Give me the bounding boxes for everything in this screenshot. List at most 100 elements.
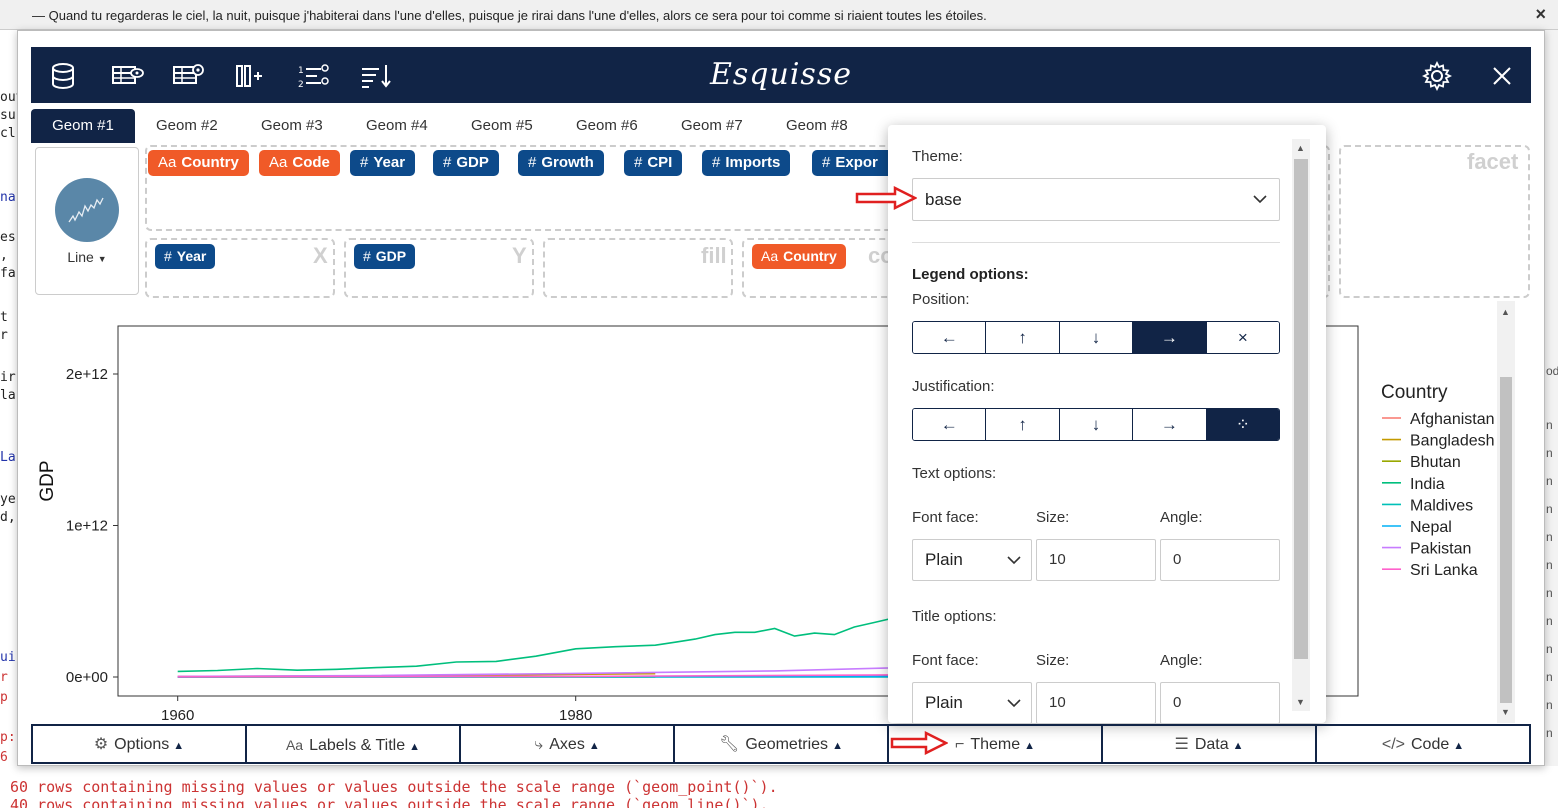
text-font-face-label: Font face: <box>912 509 979 526</box>
tab-geom-7[interactable]: Geom #7 <box>661 109 763 143</box>
annotation-arrow-theme-button <box>890 731 948 755</box>
axes-button[interactable]: ⤷ Axes ▲ <box>461 726 675 764</box>
tab-geom-4[interactable]: Geom #4 <box>346 109 448 143</box>
text-size-label: Size: <box>1036 509 1070 526</box>
geom-label: Line ▼ <box>67 249 107 265</box>
line-geom-icon <box>55 178 119 242</box>
facet-dropzone-label: facet <box>1467 149 1519 174</box>
esquisse-modal: 1 2 Esquisse Geom #1 Geom #2 Geom #3 Geo… <box>17 30 1545 766</box>
legend-item: India <box>1410 476 1445 493</box>
legend-item: Sri Lanka <box>1410 562 1478 579</box>
labels-title-button[interactable]: Aa Labels & Title ▲ <box>247 726 461 764</box>
wrench-icon: 🔧︎ <box>719 736 740 753</box>
position-right-button[interactable]: → <box>1133 322 1207 353</box>
position-left-button[interactable]: ← <box>913 322 987 353</box>
gear-icon: ⚙ <box>93 736 109 753</box>
paint-roller-icon: ⌐ <box>954 736 965 753</box>
variable-chip-country[interactable]: Aa Country <box>148 150 249 176</box>
title-size-input[interactable]: 10 <box>1036 682 1156 723</box>
legend-item: Nepal <box>1410 519 1452 536</box>
geometries-button[interactable]: 🔧︎ Geometries ▲ <box>675 726 889 764</box>
position-top-button[interactable]: ↑ <box>986 322 1060 353</box>
theme-options-panel: Theme: base Legend options: Position: ← … <box>888 125 1326 723</box>
variable-chip-gdp[interactable]: # GDP <box>433 150 499 176</box>
data-button[interactable]: ☰ Data ▲ <box>1103 726 1317 764</box>
sliders-icon: ☰ <box>1174 736 1189 753</box>
justify-right-button[interactable]: → <box>1133 409 1207 440</box>
settings-gear-icon[interactable] <box>1422 61 1452 91</box>
title-font-face-select[interactable]: Plain <box>912 682 1032 723</box>
caret-up-icon: ▲ <box>173 740 185 752</box>
position-none-button[interactable]: × <box>1206 322 1279 353</box>
annotation-arrow-theme-select <box>855 186 917 210</box>
chevron-down-icon <box>1007 683 1021 723</box>
text-angle-label: Angle: <box>1160 509 1203 526</box>
options-button[interactable]: ⚙ Options ▲ <box>31 726 247 764</box>
close-icon[interactable] <box>1487 61 1517 91</box>
caret-up-icon: ▲ <box>1232 740 1244 752</box>
variable-chip-code[interactable]: Aa Code <box>259 150 340 176</box>
theme-select[interactable]: base <box>912 178 1280 221</box>
divider <box>912 242 1280 243</box>
text-font-face-select[interactable]: Plain <box>912 539 1032 581</box>
legend-item: Bangladesh <box>1410 433 1495 450</box>
tab-geom-2[interactable]: Geom #2 <box>136 109 238 143</box>
x-chip-year[interactable]: # Year <box>155 244 216 269</box>
text-angle-input[interactable]: 0 <box>1160 539 1280 581</box>
tab-geom-5[interactable]: Geom #5 <box>451 109 553 143</box>
legend-item: Pakistan <box>1410 541 1471 558</box>
plot-scrollbar[interactable]: ▲ ▼ <box>1497 301 1515 723</box>
justify-top-button[interactable]: ↑ <box>986 409 1060 440</box>
y-tick-label: 2e+12 <box>66 366 108 383</box>
legend-item: Afghanistan <box>1410 411 1495 428</box>
x-dropzone-label: X <box>313 243 328 268</box>
tab-geom-6[interactable]: Geom #6 <box>556 109 658 143</box>
y-tick-label: 0e+00 <box>66 669 108 686</box>
position-bottom-button[interactable]: ↓ <box>1059 322 1134 353</box>
caret-up-icon: ▲ <box>588 740 600 752</box>
theme-select-value: base <box>925 190 962 209</box>
panel-scrollbar[interactable]: ▲ ▼ <box>1292 139 1310 711</box>
variable-chip-growth[interactable]: # Growth <box>518 150 604 176</box>
title-angle-label: Angle: <box>1160 652 1203 669</box>
legend-options-heading: Legend options: <box>912 266 1029 283</box>
y-dropzone-label: Y <box>512 243 527 268</box>
bottom-toolbar: ⚙ Options ▲ Aa Labels & Title ▲ ⤷ Axes ▲ 🔧︎ Geo… <box>31 724 1531 764</box>
title-font-face-label: Font face: <box>912 652 979 669</box>
y-chip-gdp[interactable]: # GDP <box>354 244 416 269</box>
caret-down-icon: ▼ <box>97 254 107 264</box>
text-size-input[interactable]: 10 <box>1036 539 1156 581</box>
theme-label: Theme: <box>912 148 963 165</box>
geom-selector[interactable]: Line ▼ <box>35 147 139 295</box>
title-angle-input[interactable]: 0 <box>1160 682 1280 723</box>
tab-geom-8[interactable]: Geom #8 <box>766 109 868 143</box>
variable-chip-cpi[interactable]: # CPI <box>624 150 683 176</box>
fill-dropzone-label: fill <box>701 243 727 268</box>
legend-justification-group: ← ↑ ↓ → ⁘ <box>912 408 1280 441</box>
legend-position-group: ← ↑ ↓ → × <box>912 321 1280 354</box>
justify-bottom-button[interactable]: ↓ <box>1059 409 1134 440</box>
x-tick-label: 1980 <box>559 707 592 723</box>
axes-icon: ⤷ <box>534 736 544 753</box>
color-chip-country[interactable]: Aa Country <box>752 244 846 269</box>
caret-up-icon: ▲ <box>1024 740 1036 752</box>
title-options-label: Title options: <box>912 608 997 625</box>
justify-left-button[interactable]: ← <box>913 409 987 440</box>
position-label: Position: <box>912 291 970 308</box>
tab-geom-1[interactable]: Geom #1 <box>31 109 135 143</box>
justification-label: Justification: <box>912 378 995 395</box>
notification-message: — Quand tu regarderas le ciel, la nuit, … <box>32 8 987 23</box>
code-button[interactable]: </> Code ▲ <box>1317 726 1531 764</box>
legend-title: Country <box>1381 382 1448 403</box>
y-tick-label: 1e+12 <box>66 518 108 535</box>
justify-center-button[interactable]: ⁘ <box>1206 409 1279 440</box>
variable-chip-year[interactable]: # Year <box>350 150 416 176</box>
notification-close-button[interactable]: × <box>1535 4 1546 25</box>
legend-item: Maldives <box>1410 497 1473 514</box>
variable-chip-exports[interactable]: # Expor <box>812 150 888 176</box>
variable-chip-imports[interactable]: # Imports <box>702 150 791 176</box>
caret-up-icon: ▲ <box>832 740 843 752</box>
font-icon: Aa <box>285 737 304 753</box>
app-title: Esquisse <box>710 57 852 92</box>
tab-geom-3[interactable]: Geom #3 <box>241 109 343 143</box>
